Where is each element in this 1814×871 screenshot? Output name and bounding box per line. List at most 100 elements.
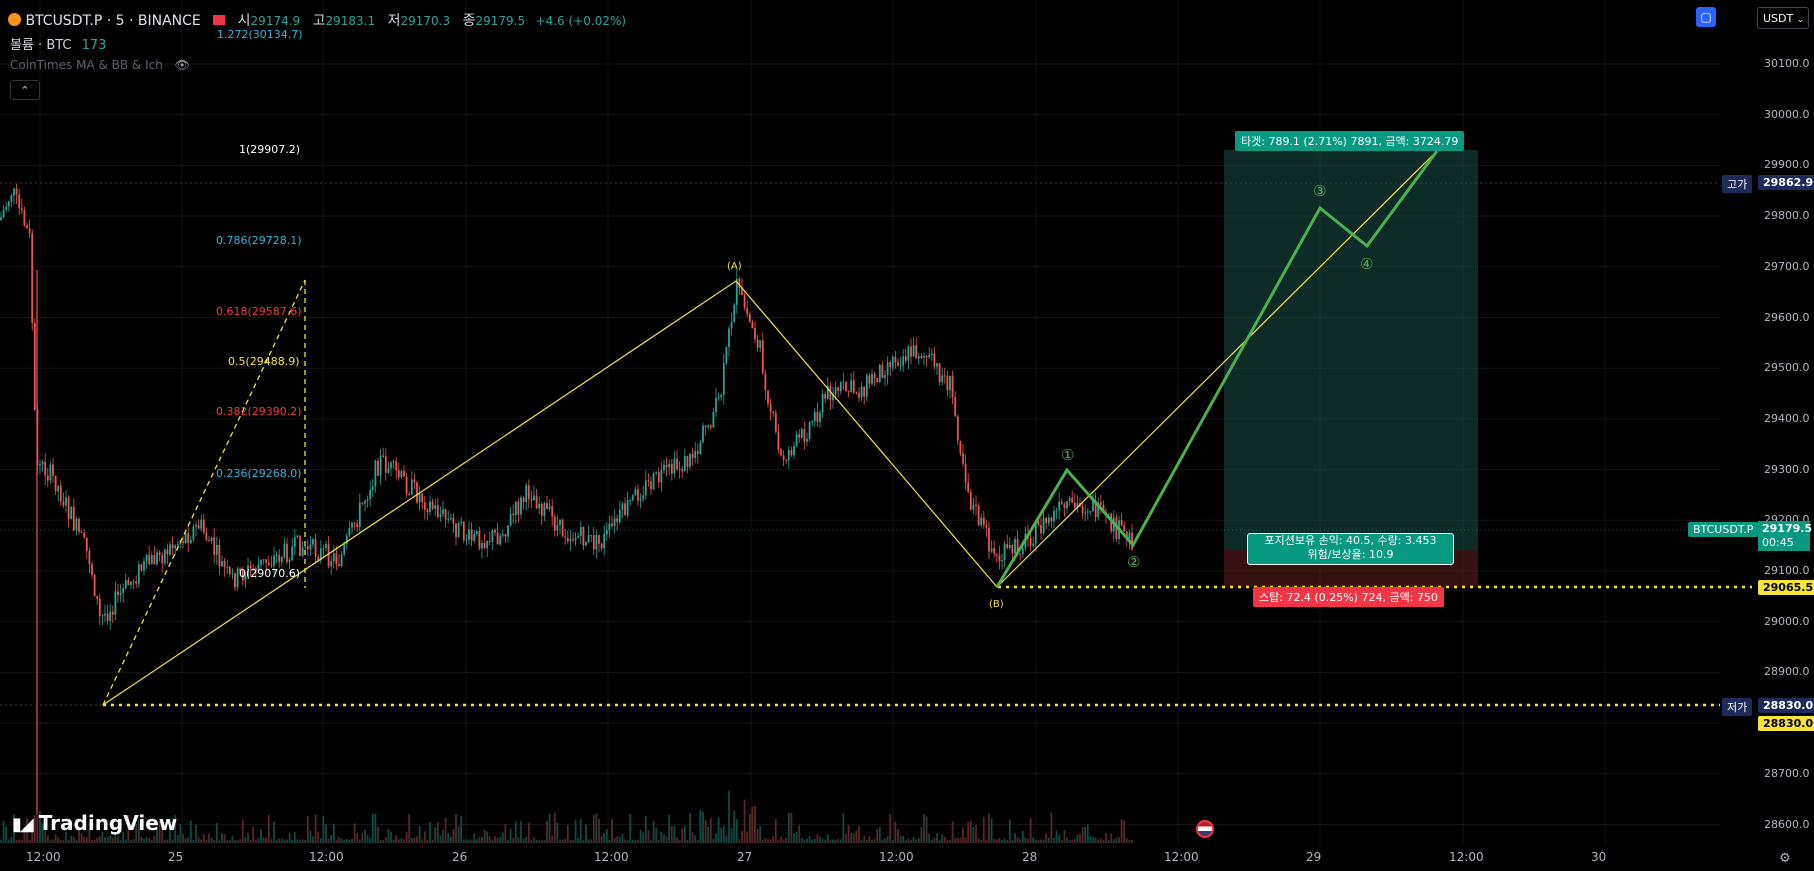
volume-bar [117,836,119,843]
indicator-legend[interactable]: CoinTimes MA & BB & Ich 👁 [10,58,190,72]
time-tick-label: 27 [737,850,753,864]
target-label[interactable]: 타겟: 789.1 (2.71%) 7891, 금액: 3724.79 [1235,131,1465,151]
volume-bar [829,839,832,843]
volume-bar [111,837,114,843]
candle-body [348,527,351,536]
economic-event-flag-icon[interactable] [1196,820,1214,838]
time-axis[interactable]: 12:00 25 12:00 26 12:00 27 12:00 28 12:00 29 12:00… [0,845,1720,871]
candle-body [75,519,78,531]
volume-bar [457,826,460,843]
volume-bar [265,837,268,843]
candle-body [109,611,112,621]
candle-body [189,539,192,544]
candle-body [7,201,10,207]
candle-body [975,504,977,506]
volume-bar [949,839,951,843]
candle-body [78,519,80,532]
volume-bar [140,836,143,843]
position-info-box[interactable]: 포지션보유 손익: 40.5, 수량: 3.453 위험/보상율: 10.9 [1247,533,1454,565]
candle-body [546,503,548,510]
volume-bar [351,839,353,843]
volume-bar [309,830,312,843]
candle-body [855,392,858,394]
volume-bar [1102,839,1105,843]
volume-bar [1034,839,1037,843]
candle-body [481,542,483,549]
axis-settings-icon[interactable]: ⚙ [1776,849,1794,867]
volume-bar [569,839,572,843]
candle-body [759,340,762,348]
candle-body [803,429,806,442]
symbol-header[interactable]: BTCUSDT.P · 5 · BINANCE 시29174.9 고29183.… [8,10,626,30]
candle-body [83,532,86,538]
volume-bar [205,840,208,843]
volume-bar [964,837,967,843]
collapse-legend-button[interactable]: ⌃ [10,80,40,100]
time-tick-label: 12:00 [26,850,61,864]
currency-select[interactable]: USDT ⌄ [1757,7,1809,29]
volume-bar [897,829,899,843]
candle-body [923,355,925,358]
volume-legend[interactable]: 볼륨 · BTC 173 [10,34,106,53]
volume-bar [273,821,275,843]
candle-body [899,365,902,367]
time-tick-label: 12:00 [1164,850,1199,864]
candle-body [847,390,850,392]
candle-body [600,543,603,549]
volume-bar [1125,838,1128,843]
candle-body [590,535,593,537]
volume-bar [980,839,983,843]
candle-body [894,356,897,363]
volume-bar [1123,820,1126,843]
volume-bar [150,839,153,843]
volume-bar [824,839,827,843]
candle-body [988,527,990,552]
volume-bar [777,839,780,843]
volume-bar [1032,837,1035,843]
volume-bar [782,839,785,843]
volume-bar [197,837,200,843]
volume-bar [564,838,567,843]
candle-body [192,526,195,540]
candle-body [470,529,473,541]
candle-body [665,464,668,468]
fib-label-0618: 0.618(29587.6) [216,305,302,318]
candle-body [306,546,309,550]
candle-body [221,561,223,567]
candle-body [2,209,5,218]
volume-bar [793,833,795,843]
volume-bar [720,827,723,843]
volume-bar [366,834,369,843]
volume-bar [18,839,21,843]
volume-bar [1107,839,1110,843]
volume-bar [85,837,88,843]
volume-bar [608,839,611,843]
volume-bar [780,836,782,843]
candle-body [928,354,931,358]
volume-bar [795,831,798,843]
volume-bar [247,833,249,843]
eye-hidden-icon[interactable]: 👁 [175,58,190,72]
volume-bar [598,818,600,843]
candle-body [5,206,8,210]
settings-toggle-button[interactable]: ▢ [1696,7,1716,27]
candle-body [1008,545,1011,549]
chart-canvas[interactable] [0,0,1814,871]
price-tick-label: 29700.0 [1764,259,1810,273]
symbol-title[interactable]: BTCUSDT.P · 5 · BINANCE [25,13,200,29]
volume-bar [624,839,626,843]
volume-bar [499,836,502,843]
volume-bar [1084,827,1087,843]
candle-body [881,364,884,378]
candle-body [400,470,403,478]
candle-body [150,555,153,565]
candle-body [223,561,226,568]
volume-bar [852,833,855,843]
volume-bar [1112,839,1115,843]
candle-body [891,356,894,368]
candle-body [884,375,886,378]
stop-label[interactable]: 스탑: 72.4 (0.25%) 724, 금액: 750 [1253,587,1444,607]
indicator-name: CoinTimes MA & BB & Ich [10,58,163,72]
volume-bar [626,839,629,843]
candle-body [1011,545,1014,554]
